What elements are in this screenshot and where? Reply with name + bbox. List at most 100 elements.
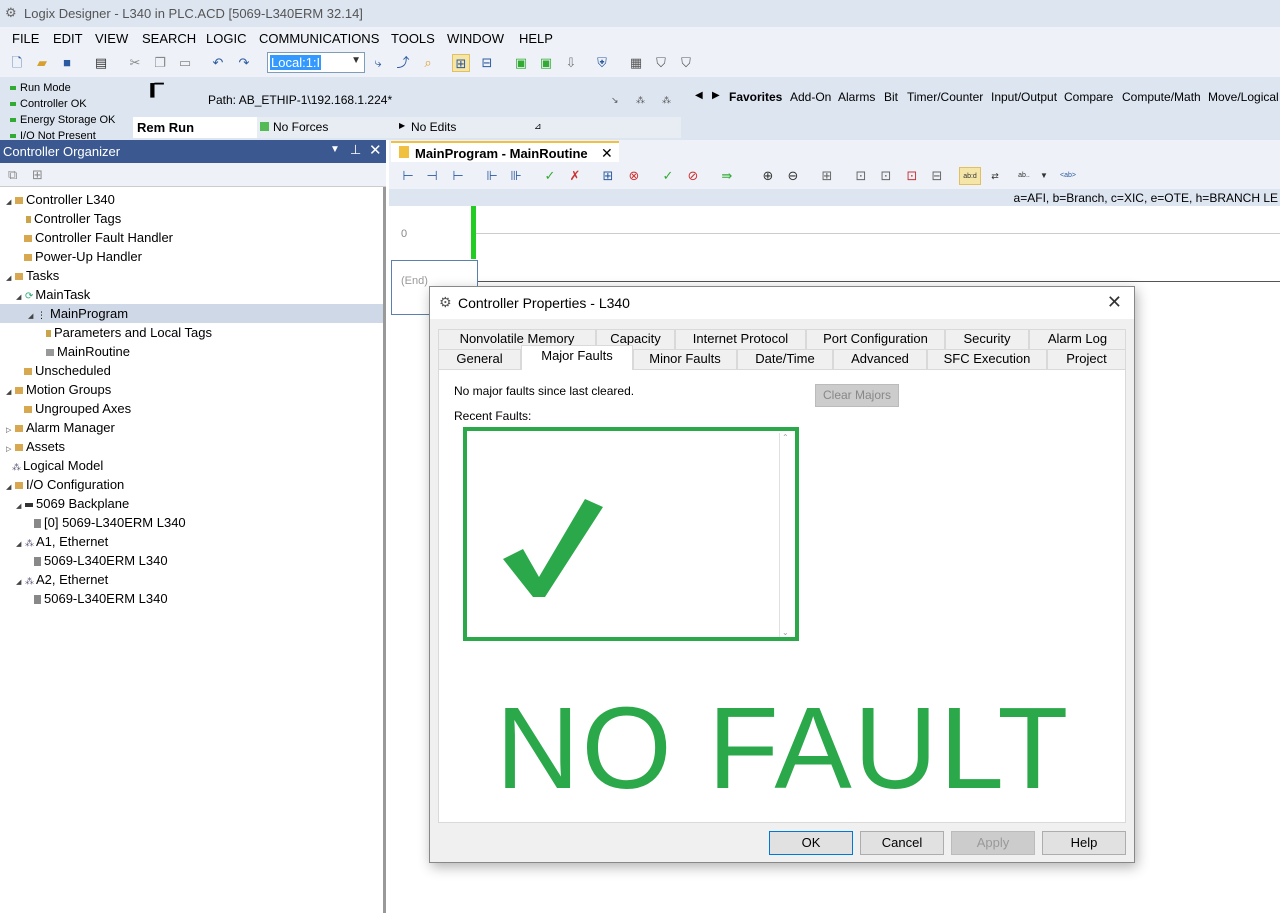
- tree-item-controller-tags[interactable]: Controller Tags: [26, 209, 121, 228]
- tab-minor-faults[interactable]: Minor Faults: [633, 349, 737, 369]
- scroll-down-icon[interactable]: ⌄: [782, 628, 789, 637]
- security-icon[interactable]: ⛨: [593, 54, 611, 72]
- apply-button[interactable]: Apply: [951, 831, 1035, 855]
- scroll-up-icon[interactable]: ⌃: [782, 433, 789, 442]
- zoom-out-icon[interactable]: ⊖: [784, 167, 802, 185]
- find-icon[interactable]: ⌕: [419, 54, 437, 72]
- close-dialog-icon[interactable]: ✕: [1107, 292, 1122, 313]
- go-to-icon[interactable]: ⤷: [369, 54, 387, 72]
- tab-sfc-execution[interactable]: SFC Execution: [927, 349, 1047, 369]
- tab-mainroutine[interactable]: MainProgram - MainRoutine ✕: [391, 141, 619, 162]
- expand-all-icon[interactable]: ⊞: [32, 167, 43, 183]
- verify-icon[interactable]: ✓: [541, 167, 559, 185]
- chevron-down-icon[interactable]: ▼: [1035, 167, 1053, 185]
- save-icon[interactable]: ■: [58, 54, 76, 72]
- tab-alarms[interactable]: Alarms: [838, 90, 875, 104]
- menu-communications[interactable]: COMMUNICATIONS: [259, 31, 379, 46]
- code-icon[interactable]: <ab>: [1057, 167, 1079, 185]
- list-scrollbar[interactable]: ⌃ ⌄: [779, 433, 791, 637]
- tree-item-powerup-handler[interactable]: Power-Up Handler: [24, 247, 142, 266]
- path-combo[interactable]: Local:1:I ▼: [267, 52, 365, 73]
- verify-icon[interactable]: ⊞: [452, 54, 470, 72]
- tab-internet-protocol[interactable]: Internet Protocol: [675, 329, 806, 349]
- properties-icon[interactable]: ⊟: [928, 167, 946, 185]
- redo-icon[interactable]: ↷: [235, 54, 253, 72]
- close-panel-icon[interactable]: ✕: [369, 141, 382, 159]
- pin-panel-icon[interactable]: ⊥: [350, 142, 361, 158]
- tab-input-output[interactable]: Input/Output: [991, 90, 1057, 104]
- tree-item-module-0[interactable]: [0] 5069-L340ERM L340: [34, 513, 186, 532]
- tree-item-mainroutine[interactable]: MainRoutine: [46, 342, 130, 361]
- favorites-next-icon[interactable]: ▶: [712, 90, 720, 101]
- finalize-icon[interactable]: ⇛: [718, 167, 736, 185]
- collapse-all-icon[interactable]: ⧉: [8, 167, 17, 183]
- online-icon[interactable]: ▣: [512, 54, 530, 72]
- bookmark-clear-icon[interactable]: ⊡: [903, 167, 921, 185]
- tab-security[interactable]: Security: [945, 329, 1029, 349]
- menu-view[interactable]: VIEW: [95, 31, 128, 46]
- branch-icon[interactable]: ⊣: [423, 167, 441, 185]
- bookmark-icon[interactable]: ⊡: [852, 167, 870, 185]
- key-icon[interactable]: ⛉: [677, 54, 695, 72]
- tab-project[interactable]: Project: [1047, 349, 1126, 369]
- tree-item-a1-module[interactable]: 5069-L340ERM L340: [34, 551, 168, 570]
- print-icon[interactable]: ▤: [92, 54, 110, 72]
- cancel-button[interactable]: Cancel: [860, 831, 944, 855]
- tab-compute-math[interactable]: Compute/Math: [1122, 90, 1201, 104]
- tree-item-assets[interactable]: ▷ Assets: [6, 437, 65, 456]
- branch-level-icon[interactable]: ⊢: [449, 167, 467, 185]
- grid-icon[interactable]: ⊞: [818, 167, 836, 185]
- open-icon[interactable]: ▰: [33, 54, 51, 72]
- tree-item-motion-groups[interactable]: ◢ Motion Groups: [6, 380, 111, 399]
- tree-item-ungrouped-axes[interactable]: Ungrouped Axes: [24, 399, 131, 418]
- menu-window[interactable]: WINDOW: [447, 31, 504, 46]
- bookmark-next-icon[interactable]: ⊡: [877, 167, 895, 185]
- menu-logic[interactable]: LOGIC: [206, 31, 246, 46]
- network-icon[interactable]: ⁂: [636, 95, 645, 106]
- tab-move-logical[interactable]: Move/Logical: [1208, 90, 1279, 104]
- recent-faults-list[interactable]: ⌃ ⌄: [463, 427, 799, 641]
- zoom-in-icon[interactable]: ⊕: [759, 167, 777, 185]
- tree-icon[interactable]: ⊟: [478, 54, 496, 72]
- tag-display-icon[interactable]: ab:d: [959, 167, 981, 185]
- untest-icon[interactable]: ⊘: [684, 167, 702, 185]
- forces-expand-icon[interactable]: ▶: [399, 121, 405, 130]
- tab-compare[interactable]: Compare: [1064, 90, 1113, 104]
- tree-item-mainprogram[interactable]: ◢ ⋮ MainProgram: [0, 304, 383, 323]
- tree-item-a2-ethernet[interactable]: ◢ ⁂ A2, Ethernet: [16, 570, 108, 589]
- menu-file[interactable]: FILE: [12, 31, 39, 46]
- tab-bit[interactable]: Bit: [884, 90, 898, 104]
- tree-item-a1-ethernet[interactable]: ◢ ⁂ A1, Ethernet: [16, 532, 108, 551]
- tree-item-tasks[interactable]: ◢ Tasks: [6, 266, 59, 285]
- test-icon[interactable]: ✓: [659, 167, 677, 185]
- undo-icon[interactable]: ↶: [209, 54, 227, 72]
- tree-item-maintask[interactable]: ◢ ⟳ MainTask: [16, 285, 90, 304]
- program-icon[interactable]: ▣: [537, 54, 555, 72]
- xio-icon[interactable]: ⊪: [507, 167, 525, 185]
- favorites-prev-icon[interactable]: ◀: [695, 90, 703, 101]
- lock-icon[interactable]: ▦: [627, 54, 645, 72]
- tree-item-controller[interactable]: ◢ Controller L340: [6, 190, 115, 209]
- shield-icon[interactable]: ⛉: [652, 54, 670, 72]
- menu-edit[interactable]: EDIT: [53, 31, 83, 46]
- menu-tools[interactable]: TOOLS: [391, 31, 435, 46]
- accept-icon[interactable]: ⊞: [599, 167, 617, 185]
- tab-port-configuration[interactable]: Port Configuration: [806, 329, 945, 349]
- clear-majors-button[interactable]: Clear Majors: [815, 384, 899, 407]
- menu-search[interactable]: SEARCH: [142, 31, 196, 46]
- tab-alarm-log[interactable]: Alarm Log: [1029, 329, 1126, 349]
- help-button[interactable]: Help: [1042, 831, 1126, 855]
- rung-icon[interactable]: ⊢: [399, 167, 417, 185]
- browse-icon[interactable]: ⤴: [394, 54, 412, 72]
- paste-icon[interactable]: ▭: [176, 54, 194, 72]
- tab-add-on[interactable]: Add-On: [790, 90, 831, 104]
- description-icon[interactable]: ab..: [1012, 167, 1036, 185]
- tree-item-a2-module[interactable]: 5069-L340ERM L340: [34, 589, 168, 608]
- tab-timer-counter[interactable]: Timer/Counter: [907, 90, 983, 104]
- new-icon[interactable]: 🗋: [8, 54, 26, 72]
- tab-general[interactable]: General: [438, 349, 521, 369]
- tab-date-time[interactable]: Date/Time: [737, 349, 833, 369]
- edits-icon[interactable]: ⊿: [534, 121, 542, 132]
- cancel-edit-icon[interactable]: ⊗: [625, 167, 643, 185]
- ok-button[interactable]: OK: [769, 831, 853, 855]
